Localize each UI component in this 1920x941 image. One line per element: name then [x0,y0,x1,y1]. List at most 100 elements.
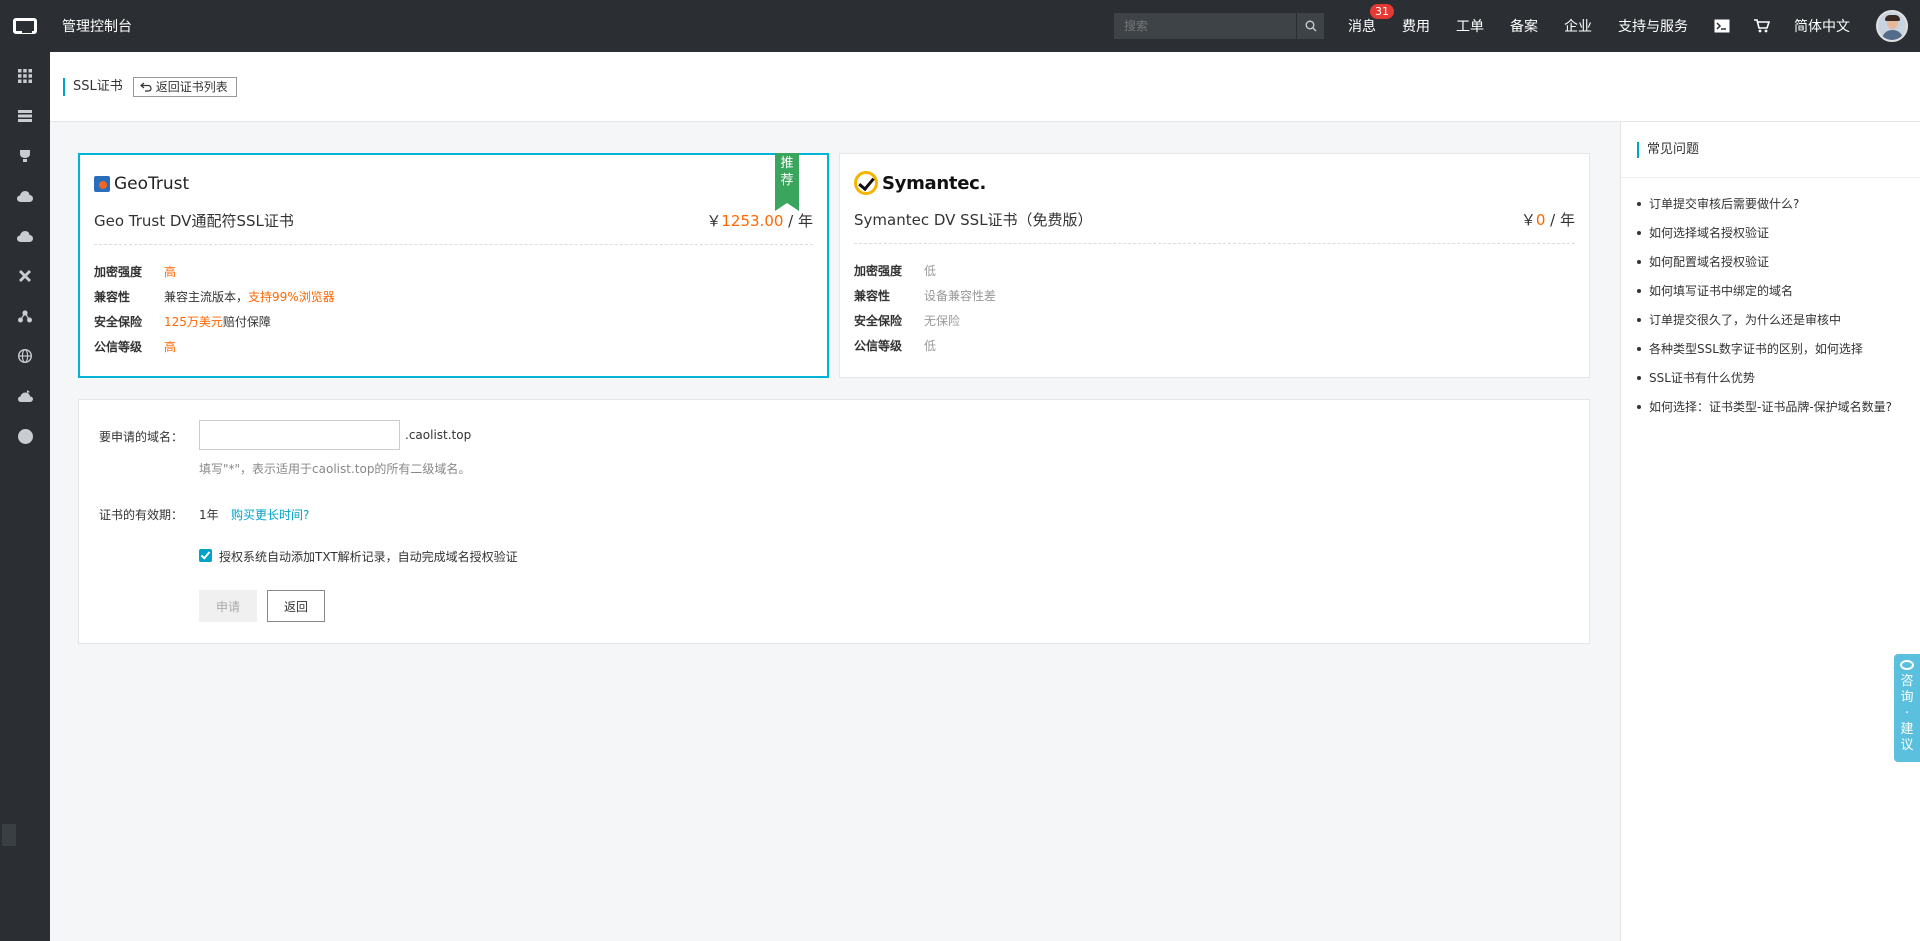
network-nodes-icon[interactable] [0,296,50,336]
geotrust-mark-icon [94,176,110,192]
tools-icon[interactable] [0,256,50,296]
attr-label: 兼容性 [94,290,131,304]
attr-label: 公信等级 [94,340,143,354]
nav-enterprise[interactable]: 企业 [1564,16,1592,36]
consult-char: 议 [1900,738,1914,753]
language-switch[interactable]: 简体中文 [1794,16,1850,36]
price-value: 1253.00 [721,212,784,230]
faq-item[interactable]: 如何配置域名授权验证 [1637,250,1920,279]
faq-item[interactable]: 订单提交很久了，为什么还是审核中 [1637,308,1920,337]
top-right-nav: 消息 31 费用 工单 备案 企业 支持与服务 简体中文 [1114,0,1920,52]
attr-label: 加密强度 [854,264,903,278]
back-button[interactable]: 返回 [267,590,325,622]
faq-item[interactable]: SSL证书有什么优势 [1637,366,1920,395]
price-unit: / 年 [783,212,813,230]
cloud-bird-icon[interactable] [0,376,50,416]
search-box [1114,13,1324,39]
ribbon-char-1: 推 [780,156,794,171]
nav-icp[interactable]: 备案 [1510,16,1538,36]
price-unit: / 年 [1545,211,1575,229]
faq-item[interactable]: 如何选择：证书类型-证书品牌-保护域名数量? [1637,395,1920,424]
attr-row-encryption: 加密强度 高 [94,260,335,285]
attr-row-trust-level: 公信等级 高 [94,335,335,360]
sidebar [0,52,50,941]
message-count-badge: 31 [1370,4,1394,19]
attr-value-highlight: 125万美元 [164,315,223,329]
consult-char: 咨 [1900,674,1914,689]
faq-item[interactable]: 订单提交审核后需要做什么? [1637,192,1920,221]
domain-hint: 填写"*"，表示适用于caolist.top的所有二级域名。 [199,462,471,476]
period-label: 证书的有效期： [99,508,184,522]
attr-row-insurance: 安全保险 无保险 [854,309,996,334]
search-input[interactable] [1114,13,1296,39]
cert-price: ￥1253.00 / 年 [706,210,813,231]
nav-tickets[interactable]: 工单 [1456,16,1484,36]
cert-title: Geo Trust DV通配符SSL证书 [94,212,294,230]
nav-messages-label: 消息 [1348,19,1376,35]
faq-title: 常见问题 [1637,141,1699,158]
attr-row-compatibility: 兼容性 设备兼容性差 [854,284,996,309]
attr-value: 高 [164,340,177,354]
buy-more-time-link[interactable]: 购买更长时间? [231,506,309,523]
attr-row-encryption: 加密强度 低 [854,259,996,284]
domain-input[interactable] [199,420,400,450]
attr-value: 赔付保障 [222,315,271,329]
nav-messages[interactable]: 消息 31 [1348,4,1394,36]
page-header: SSL证书 返回证书列表 [50,52,1920,122]
consult-suggest-button[interactable]: 咨 询 · 建 议 [1894,654,1920,762]
faq-item[interactable]: 如何填写证书中绑定的域名 [1637,279,1920,308]
top-bar: 管理控制台 消息 31 费用 工单 备案 企业 支持与服务 简体中文 [0,0,1920,52]
chat-icon [1900,660,1914,670]
attr-label: 公信等级 [854,339,903,353]
price-currency: ￥ [706,212,722,230]
domain-label: 要申请的域名： [99,430,184,444]
faq-item[interactable]: 如何选择域名授权验证 [1637,221,1920,250]
cloud-upload-icon[interactable] [0,216,50,256]
consult-char: 建 [1900,722,1914,737]
price-value: 0 [1535,211,1546,229]
card-divider [854,243,1575,244]
cart-icon[interactable] [1754,19,1770,33]
cert-attributes: 加密强度 高 兼容性 兼容主流版本， 支持99%浏览器 安全保险 125万美元 赔付… [94,260,335,360]
server-icon[interactable] [0,96,50,136]
attr-label: 加密强度 [94,265,143,279]
attr-label: 兼容性 [854,289,891,303]
attr-label: 安全保险 [94,315,143,329]
cert-card-geotrust[interactable]: GeoTrust 推 荐 Geo Trust DV通配符SSL证书 ￥1253.… [78,153,829,378]
terminal-icon[interactable] [1714,19,1730,33]
sidebar-collapse-handle[interactable] [2,824,16,846]
domain-suffix: .caolist.top [405,428,472,442]
aliyun-logo-icon[interactable] [0,0,50,52]
attr-value: 兼容主流版本， [164,290,249,304]
cert-attributes: 加密强度 低 兼容性 设备兼容性差 安全保险 无保险 公信等级 低 [854,259,996,359]
auto-txt-label[interactable]: 授权系统自动添加TXT解析记录，自动完成域名授权验证 [219,548,518,565]
cert-price: ￥0 / 年 [1521,209,1575,230]
cloud-icon[interactable] [0,176,50,216]
apply-form: 要申请的域名： .caolist.top 填写"*"，表示适用于caolist.… [78,399,1590,644]
faq-header: 常见问题 [1621,122,1920,178]
circle-dot-icon[interactable] [0,416,50,456]
products-grid-icon[interactable] [0,56,50,96]
ribbon-char-2: 荐 [780,173,794,188]
attr-value: 设备兼容性差 [924,289,997,303]
cert-card-symantec[interactable]: Symantec. Symantec DV SSL证书（免费版） ￥0 / 年 … [839,153,1590,378]
page-title: SSL证书 [63,77,123,96]
apply-button[interactable]: 申请 [199,590,257,622]
auto-txt-checkbox[interactable] [199,549,212,562]
faq-item[interactable]: 各种类型SSL数字证书的区别，如何选择 [1637,337,1920,366]
nav-support[interactable]: 支持与服务 [1618,16,1688,36]
nav-billing[interactable]: 费用 [1402,16,1430,36]
search-icon[interactable] [1296,13,1324,39]
consult-char: · [1904,706,1910,721]
user-avatar[interactable] [1876,10,1908,42]
trophy-icon[interactable] [0,136,50,176]
attr-row-compatibility: 兼容性 兼容主流版本， 支持99%浏览器 [94,285,335,310]
globe-icon[interactable] [0,336,50,376]
attr-row-insurance: 安全保险 125万美元 赔付保障 [94,310,335,335]
console-title[interactable]: 管理控制台 [62,16,132,36]
attr-value: 低 [924,339,937,353]
back-to-list-button[interactable]: 返回证书列表 [132,76,237,97]
card-divider [94,244,813,245]
back-to-list-label: 返回证书列表 [155,80,228,94]
geotrust-brand-text: GeoTrust [114,174,190,194]
